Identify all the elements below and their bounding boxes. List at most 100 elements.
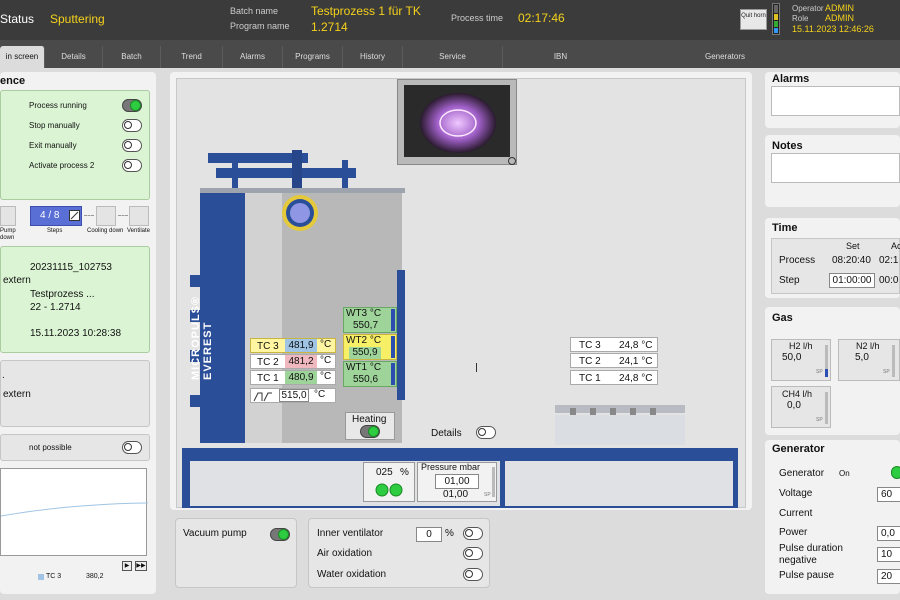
furnace-tc3-label: TC 3 bbox=[257, 341, 279, 352]
batch-start: 15.11.2023 10:28:38 bbox=[30, 328, 122, 339]
activate-process-2-toggle[interactable] bbox=[122, 159, 142, 172]
voltage-value[interactable]: 60 bbox=[877, 487, 900, 502]
steps-label: Steps bbox=[47, 228, 63, 234]
pulse-pause-label: Pulse pause bbox=[779, 570, 835, 581]
gas-h2-bar bbox=[825, 345, 828, 377]
cooler-tc1-value: 24,8 °C bbox=[619, 373, 653, 384]
batch-program-version: 22 - 1.2714 bbox=[30, 302, 81, 313]
pressure-sp: SP bbox=[484, 492, 491, 498]
batch-source: extern bbox=[3, 275, 31, 286]
furnace-tc3-unit: °C bbox=[320, 339, 332, 350]
program-name-value: 1.2714 bbox=[311, 20, 348, 34]
gas-n2-sp: SP bbox=[883, 369, 890, 375]
inner-ventilator-toggle[interactable] bbox=[463, 527, 483, 540]
zoom-icon[interactable] bbox=[508, 157, 516, 165]
exit-manually-toggle[interactable] bbox=[122, 139, 142, 152]
not-possible-toggle[interactable] bbox=[122, 441, 142, 454]
tab-generators[interactable]: Generators bbox=[690, 46, 760, 68]
pulse-neg-value[interactable]: 10 bbox=[877, 547, 900, 562]
stop-manually-toggle[interactable] bbox=[122, 119, 142, 132]
generator-toggle[interactable] bbox=[891, 466, 900, 479]
furnace-tc2-unit: °C bbox=[320, 355, 332, 366]
cooler-tc3-row: TC 3 24,8 °C bbox=[570, 337, 658, 352]
process-running-toggle[interactable] bbox=[122, 99, 142, 112]
time-process-set: 08:20:40 bbox=[832, 255, 871, 266]
generator-state: On bbox=[839, 469, 850, 478]
notes-title: Notes bbox=[772, 140, 803, 152]
cooler-tc1-row: TC 1 24,8 °C bbox=[570, 370, 658, 385]
vacuum-pump-toggle[interactable] bbox=[270, 528, 290, 541]
tab-ibn[interactable]: IBN bbox=[503, 46, 618, 68]
tab-programs[interactable]: Programs bbox=[283, 46, 343, 68]
wt2-value: 550,9 bbox=[349, 347, 381, 359]
generator-label: Generator bbox=[779, 468, 825, 479]
operator-value: ADMIN bbox=[825, 3, 854, 13]
power-label: Power bbox=[779, 527, 808, 538]
mouse-cursor-icon bbox=[476, 363, 482, 372]
wt1-label: WT1 °C bbox=[346, 362, 382, 373]
tab-history[interactable]: History bbox=[343, 46, 403, 68]
time-set-header: Set bbox=[846, 241, 860, 251]
setpoint-unit: °C bbox=[314, 389, 326, 400]
pulse-pause-value[interactable]: 20 bbox=[877, 569, 900, 584]
furnace-tc3-value: 481,9 bbox=[285, 339, 317, 352]
wt1-value: 550,6 bbox=[353, 374, 379, 385]
tab-service[interactable]: Service bbox=[403, 46, 503, 68]
step-edit-icon[interactable] bbox=[69, 210, 80, 221]
furnace-tc2-value: 481,2 bbox=[285, 355, 317, 368]
trend-chart bbox=[0, 468, 149, 556]
status-value: Sputtering bbox=[50, 12, 105, 26]
heating-toggle[interactable] bbox=[360, 425, 380, 438]
furnace-tc1-value: 480,9 bbox=[285, 371, 317, 384]
vacuum-pump-label: Vacuum pump bbox=[183, 528, 247, 539]
step-pump-down bbox=[0, 206, 16, 226]
gas-h2-value: 50,0 bbox=[782, 352, 802, 363]
gas-ch4-label: CH4 l/h bbox=[782, 389, 813, 399]
power-value[interactable]: 0,0 bbox=[877, 526, 900, 541]
time-step-label: Step bbox=[779, 275, 800, 286]
time-process-label: Process bbox=[779, 255, 816, 266]
wt3-label: WT3 °C bbox=[346, 308, 382, 319]
inner-ventilator-unit: % bbox=[445, 528, 454, 539]
time-step-set[interactable]: 01:00:00 bbox=[829, 273, 875, 288]
tab-main-screen[interactable]: in screen bbox=[0, 46, 45, 68]
notes-field[interactable] bbox=[771, 153, 900, 183]
tab-trend[interactable]: Trend bbox=[161, 46, 223, 68]
cooler-tc2-row: TC 2 24,1 °C bbox=[570, 353, 658, 368]
base-cabinet-panel bbox=[505, 461, 733, 506]
source-prefix: . bbox=[2, 370, 5, 381]
fan-icon[interactable] bbox=[374, 483, 404, 497]
tab-batch[interactable]: Batch bbox=[103, 46, 161, 68]
water-oxidation-label: Water oxidation bbox=[317, 569, 387, 580]
furnace-tc1-unit: °C bbox=[320, 371, 332, 382]
program-name-label: Program name bbox=[230, 21, 290, 31]
furnace-tc2-label: TC 2 bbox=[257, 357, 279, 368]
gas-ch4-bar bbox=[825, 392, 828, 424]
sequence-title: ence bbox=[0, 75, 26, 87]
tab-details[interactable]: Details bbox=[45, 46, 103, 68]
gas-n2-value: 5,0 bbox=[855, 352, 869, 363]
tab-alarms[interactable]: Alarms bbox=[223, 46, 283, 68]
pressure-actual: 01,00 bbox=[443, 489, 469, 500]
step-ventilate bbox=[129, 206, 149, 226]
batch-id: 20231115_102753 bbox=[30, 262, 112, 273]
pressure-setpoint[interactable]: 01,00 bbox=[435, 474, 479, 489]
inner-ventilator-input[interactable]: 0 bbox=[416, 527, 442, 542]
wt3-value: 550,7 bbox=[353, 320, 379, 331]
step-ventilate-label: Ventilate bbox=[127, 228, 151, 234]
fan-unit: % bbox=[400, 467, 409, 478]
trend-next-button[interactable]: ▶ bbox=[122, 561, 132, 571]
voltage-label: Voltage bbox=[779, 488, 813, 499]
air-oxidation-toggle[interactable] bbox=[463, 547, 483, 560]
time-process-act: 02:1 bbox=[879, 255, 899, 266]
heating-label: Heating bbox=[352, 414, 387, 425]
details-toggle[interactable] bbox=[476, 426, 496, 439]
alarms-list[interactable] bbox=[771, 86, 900, 116]
quit-horn-button[interactable]: Quit horn bbox=[740, 9, 767, 30]
time-step-act: 00:0 bbox=[879, 275, 899, 286]
water-oxidation-toggle[interactable] bbox=[463, 568, 483, 581]
setpoint-value[interactable]: 515,0 bbox=[279, 389, 309, 402]
top-bar: Status Sputtering Batch name Testprozess… bbox=[0, 0, 900, 40]
trend-last-button[interactable]: ▶▶ bbox=[135, 561, 147, 571]
generator-title: Generator bbox=[772, 443, 825, 455]
